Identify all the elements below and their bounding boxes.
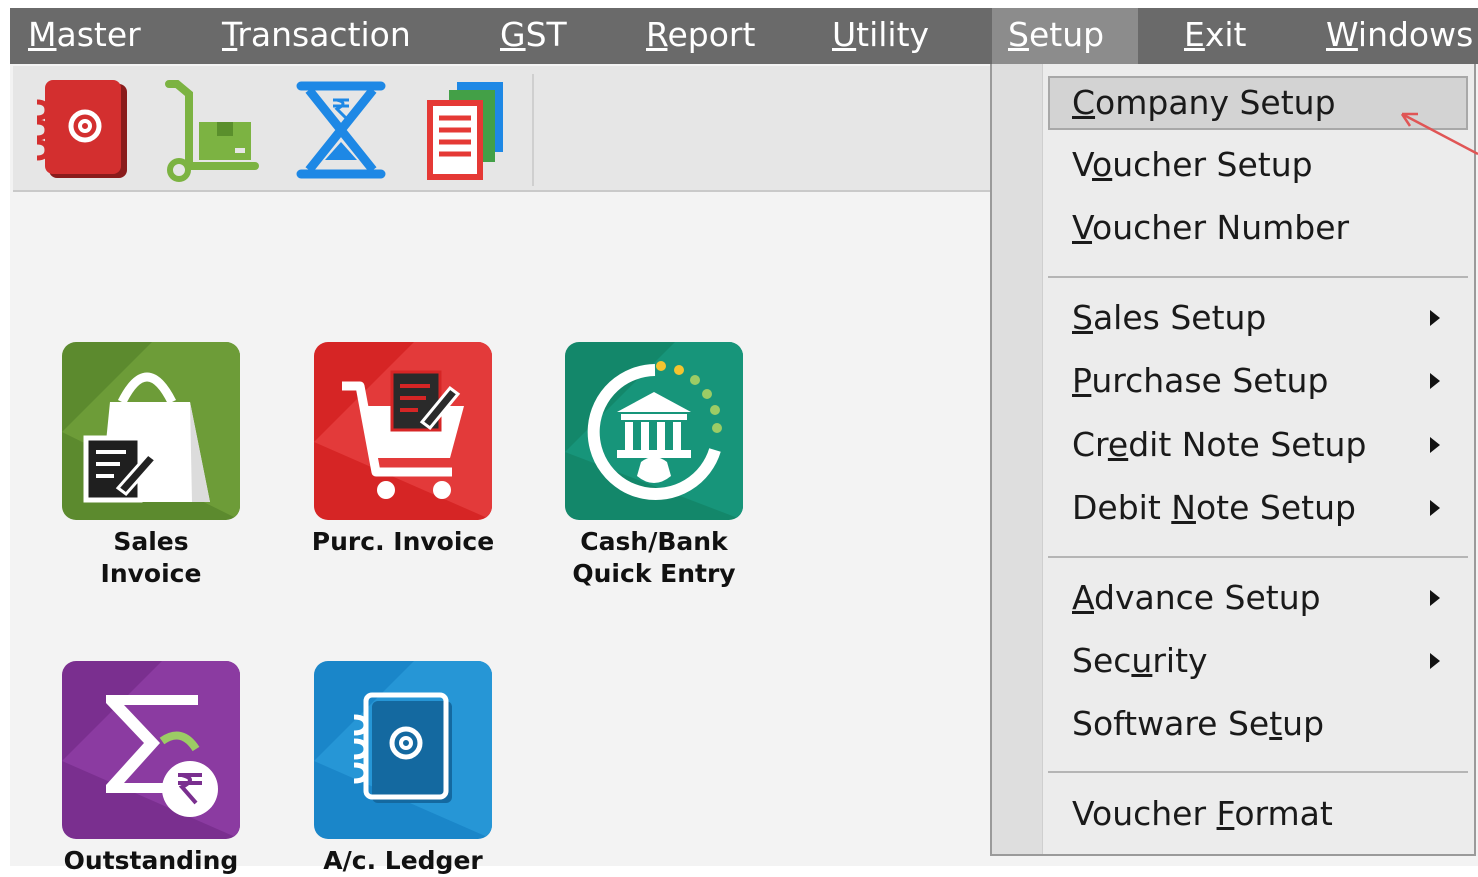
menu-setup[interactable]: Setup <box>992 8 1138 64</box>
menu-report[interactable]: Report <box>646 8 755 64</box>
menu-windows[interactable]: Windows <box>1326 8 1478 64</box>
app-window: Master Transaction GST Report Utility Se… <box>10 8 1478 875</box>
menu-separator <box>1048 771 1468 773</box>
menu-item-security[interactable]: Security <box>1048 634 1468 688</box>
tile-ac-ledger-caption: A/c. Ledger <box>323 846 483 875</box>
menu-item-voucher-format[interactable]: Voucher Format <box>1048 787 1468 841</box>
sigma-rupee-icon[interactable] <box>62 661 240 839</box>
rupee-hourglass-icon[interactable] <box>293 78 393 182</box>
menu-utility[interactable]: Utility <box>832 8 929 64</box>
menu-item-purchase-setup[interactable]: Purchase Setup <box>1048 354 1468 408</box>
toolbar-separator <box>532 74 534 186</box>
menu-item-sales-setup[interactable]: Sales Setup <box>1048 291 1468 345</box>
menu-item-debit-note-setup[interactable]: Debit Note Setup <box>1048 481 1468 535</box>
annotation-arrow-icon <box>1400 112 1478 156</box>
menu-exit[interactable]: Exit <box>1184 8 1247 64</box>
shopping-cart-icon[interactable] <box>314 342 492 520</box>
submenu-arrow-icon <box>1430 310 1440 326</box>
tile-cash-bank-caption: Cash/Bank Quick Entry <box>572 527 736 588</box>
shopping-bag-icon[interactable] <box>62 342 240 520</box>
tile-sales-invoice-caption: Sales Invoice <box>100 527 202 588</box>
menu-item-software-setup[interactable]: Software Setup <box>1048 697 1468 751</box>
menu-separator <box>1048 276 1468 278</box>
documents-stack-icon[interactable] <box>423 78 523 182</box>
bank-icon[interactable] <box>565 342 743 520</box>
toolbar <box>13 66 1003 192</box>
address-book-icon[interactable] <box>314 661 492 839</box>
menu-bar: Master Transaction GST Report Utility Se… <box>10 8 1478 64</box>
address-book-icon[interactable] <box>33 78 133 182</box>
setup-dropdown-menu: Company Setup Voucher Setup Voucher Numb… <box>990 64 1476 856</box>
menu-separator <box>1048 556 1468 558</box>
submenu-arrow-icon <box>1430 653 1440 669</box>
menu-item-voucher-number[interactable]: Voucher Number <box>1048 201 1468 255</box>
menu-item-credit-note-setup[interactable]: Credit Note Setup <box>1048 418 1468 472</box>
tile-outstanding-caption: Outstanding <box>63 846 239 875</box>
menu-gutter <box>992 64 1043 854</box>
submenu-arrow-icon <box>1430 590 1440 606</box>
menu-master[interactable]: Master <box>28 8 141 64</box>
submenu-arrow-icon <box>1430 500 1440 516</box>
menu-item-advance-setup[interactable]: Advance Setup <box>1048 571 1468 625</box>
submenu-arrow-icon <box>1430 373 1440 389</box>
tile-purc-invoice-caption: Purc. Invoice <box>311 527 495 556</box>
menu-gst[interactable]: GST <box>500 8 567 64</box>
menu-transaction[interactable]: Transaction <box>222 8 411 64</box>
submenu-arrow-icon <box>1430 437 1440 453</box>
hand-truck-icon[interactable] <box>163 78 263 182</box>
